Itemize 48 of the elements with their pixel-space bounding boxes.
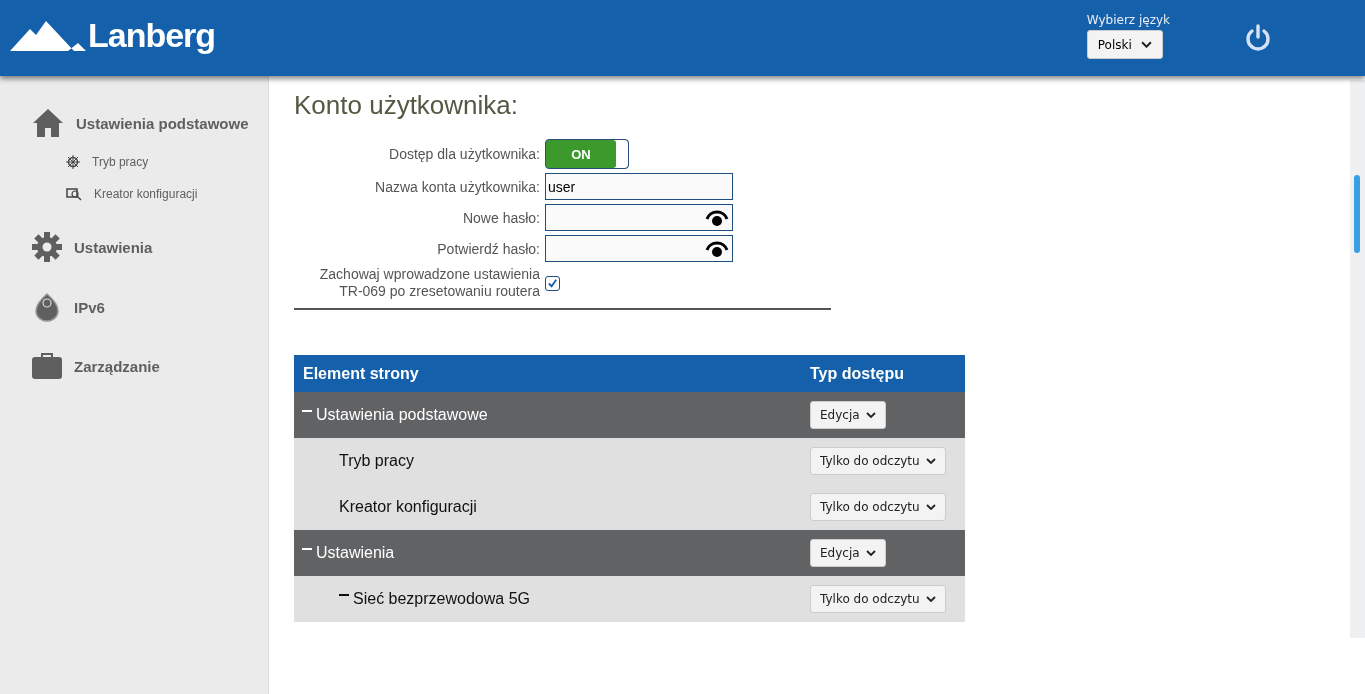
chevron-down-icon — [865, 412, 876, 418]
keep-settings-checkbox[interactable] — [545, 275, 560, 291]
new-password-field[interactable] — [545, 204, 733, 231]
row-label: Sieć bezprzewodowa 5G — [353, 590, 530, 608]
row-label: Ustawienia — [316, 544, 395, 562]
briefcase-icon — [32, 352, 62, 380]
gear-icon — [32, 232, 62, 262]
home-icon — [32, 108, 64, 138]
username-label: Nazwa konta użytkownika: — [374, 178, 540, 195]
sidebar-subitem[interactable]: Kreator konfiguracji — [66, 186, 268, 202]
sidebar-item[interactable]: Ustawienia podstawowe — [32, 108, 268, 138]
access-select[interactable]: Tylko do odczytu — [810, 447, 946, 475]
row-label: Kreator konfiguracji — [339, 498, 477, 516]
chevron-down-icon — [925, 458, 936, 464]
page-title: Konto użytkownika: — [294, 90, 519, 121]
language-label: Wybierz język — [1086, 13, 1170, 27]
chevron-down-icon — [925, 596, 936, 602]
language-select[interactable]: Polski — [1086, 30, 1163, 59]
picture-magnifier-icon — [66, 187, 82, 201]
access-toggle[interactable]: ON — [545, 139, 629, 169]
wheel-icon — [66, 155, 80, 169]
access-label: Dostęp dla użytkownika: — [388, 146, 540, 162]
new-password-label: Nowe hasło: — [461, 209, 540, 226]
sidebar-item[interactable]: IPv6 — [32, 292, 268, 322]
confirm-password-label: Potwierdź hasło: — [436, 240, 540, 257]
chevron-down-icon — [925, 504, 936, 510]
chevron-down-icon — [865, 550, 876, 556]
keep-settings-label: Zachowaj wprowadzone ustawienia TR-069 po zresetowaniu routera — [318, 266, 540, 300]
access-select[interactable]: Tylko do odczytu — [810, 493, 946, 521]
power-icon[interactable] — [1244, 24, 1272, 52]
chevron-down-icon — [1140, 41, 1152, 48]
sidebar-item[interactable]: Ustawienia — [32, 232, 268, 262]
access-select[interactable]: Edycja — [810, 539, 886, 567]
eye-icon[interactable] — [705, 208, 729, 227]
scrollbar[interactable] — [1350, 80, 1365, 638]
sidebar-subitem[interactable]: Tryb pracy — [66, 154, 268, 170]
eye-icon[interactable] — [705, 239, 729, 258]
access-select[interactable]: Tylko do odczytu — [810, 585, 946, 613]
row-label: Tryb pracy — [339, 452, 414, 470]
logo[interactable]: Lanberg — [8, 15, 216, 55]
access-select[interactable]: Edycja — [810, 401, 886, 429]
username-field[interactable]: user — [545, 173, 733, 200]
row-label: Ustawienia podstawowe — [316, 406, 488, 424]
sidebar-item[interactable]: Zarządzanie — [32, 352, 268, 380]
ipv6-badge-icon — [32, 292, 62, 322]
column-header: Element strony — [303, 364, 419, 383]
confirm-password-field[interactable] — [545, 235, 733, 262]
column-header: Typ dostępu — [810, 364, 905, 383]
